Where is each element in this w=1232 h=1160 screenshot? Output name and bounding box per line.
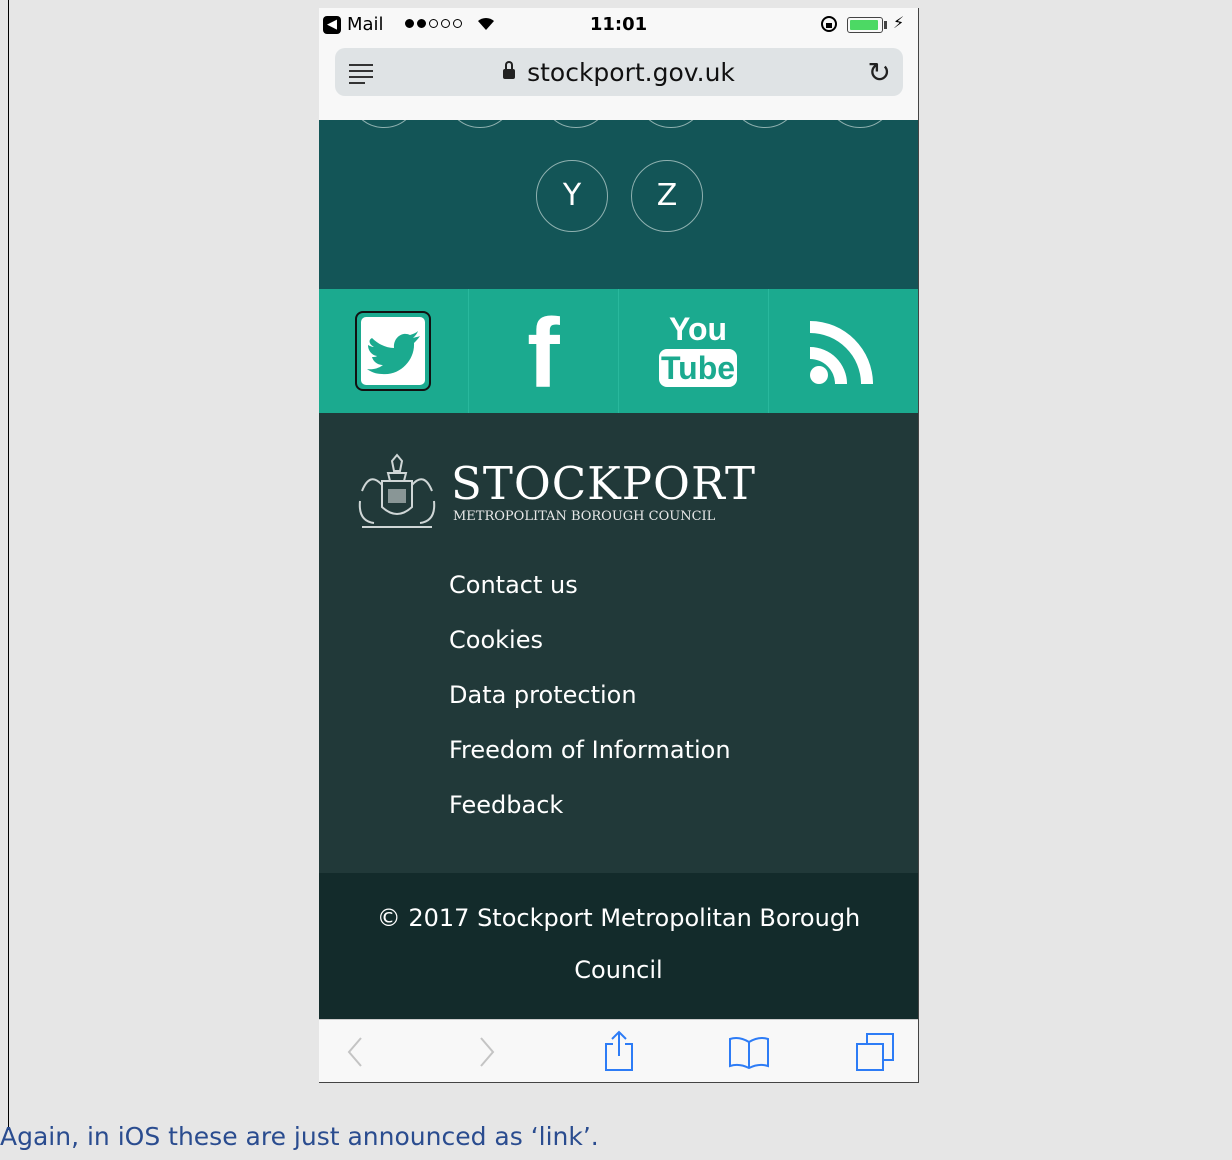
bookmarks-icon[interactable] <box>727 1034 771 1070</box>
facebook-icon: f <box>527 298 560 408</box>
document-left-rule <box>8 0 9 1130</box>
social-rss-link[interactable] <box>769 289 918 413</box>
council-subtitle: METROPOLITAN BOROUGH COUNCIL <box>453 509 716 524</box>
copyright-notice: © 2017 Stockport Metropolitan Borough Co… <box>319 873 918 1019</box>
document-caption: Again, in iOS these are just announced a… <box>0 1122 599 1151</box>
ios-status-bar: ◀ Mail 11:01 ⚡ <box>319 8 918 42</box>
back-icon[interactable] <box>343 1034 367 1070</box>
share-icon[interactable] <box>603 1030 635 1072</box>
footer-link-foi[interactable]: Freedom of Information <box>449 736 731 764</box>
copyright-line-2: Council <box>574 956 663 984</box>
url-domain: stockport.gov.uk <box>527 58 735 87</box>
tabs-icon[interactable] <box>855 1032 897 1072</box>
forward-icon[interactable] <box>475 1034 499 1070</box>
az-index-section: Y Z <box>319 120 918 289</box>
social-youtube-link[interactable]: You Tube <box>619 289 769 413</box>
az-letter-partial[interactable] <box>636 120 706 128</box>
footer-link-cookies[interactable]: Cookies <box>449 626 543 654</box>
social-facebook-link[interactable]: f <box>469 289 619 413</box>
council-crest-logo <box>358 453 436 528</box>
secure-lock-icon <box>503 61 516 79</box>
reload-icon[interactable]: ↻ <box>868 56 891 89</box>
az-letter-partial[interactable] <box>445 120 515 128</box>
browser-chrome: stockport.gov.uk ↻ <box>319 42 918 120</box>
az-letter-partial[interactable] <box>541 120 611 128</box>
az-letter-y[interactable]: Y <box>536 160 608 232</box>
rotation-lock-icon <box>821 16 837 32</box>
footer-link-feedback[interactable]: Feedback <box>449 791 563 819</box>
youtube-icon: You Tube <box>659 311 738 387</box>
social-twitter-link[interactable] <box>319 289 469 413</box>
social-links-bar: f You Tube <box>319 289 918 413</box>
az-letter-partial[interactable] <box>825 120 895 128</box>
phone-screenshot: ◀ Mail 11:01 ⚡ stockport.gov.uk ↻ Y Z f … <box>319 8 919 1083</box>
council-name: STOCKPORT <box>451 457 757 510</box>
focus-ring <box>355 311 431 391</box>
copyright-line-1: © 2017 Stockport Metropolitan Borough <box>376 904 861 932</box>
youtube-tube: Tube <box>659 349 738 387</box>
az-letter-partial[interactable] <box>349 120 419 128</box>
footer-links-section: STOCKPORT METROPOLITAN BOROUGH COUNCIL C… <box>319 413 918 873</box>
twitter-icon-tile <box>361 317 425 385</box>
address-bar[interactable]: stockport.gov.uk ↻ <box>335 48 903 96</box>
footer-link-contact-us[interactable]: Contact us <box>449 571 578 599</box>
battery-icon <box>847 17 883 33</box>
footer-link-data-protection[interactable]: Data protection <box>449 681 637 709</box>
safari-toolbar <box>319 1019 918 1082</box>
charging-icon: ⚡ <box>893 13 905 32</box>
az-letter-z[interactable]: Z <box>631 160 703 232</box>
rss-icon <box>810 321 873 384</box>
url-text[interactable]: stockport.gov.uk <box>335 58 903 87</box>
youtube-you: You <box>669 311 728 347</box>
twitter-icon <box>367 331 420 375</box>
az-letter-partial[interactable] <box>730 120 800 128</box>
battery-tip <box>884 21 887 29</box>
